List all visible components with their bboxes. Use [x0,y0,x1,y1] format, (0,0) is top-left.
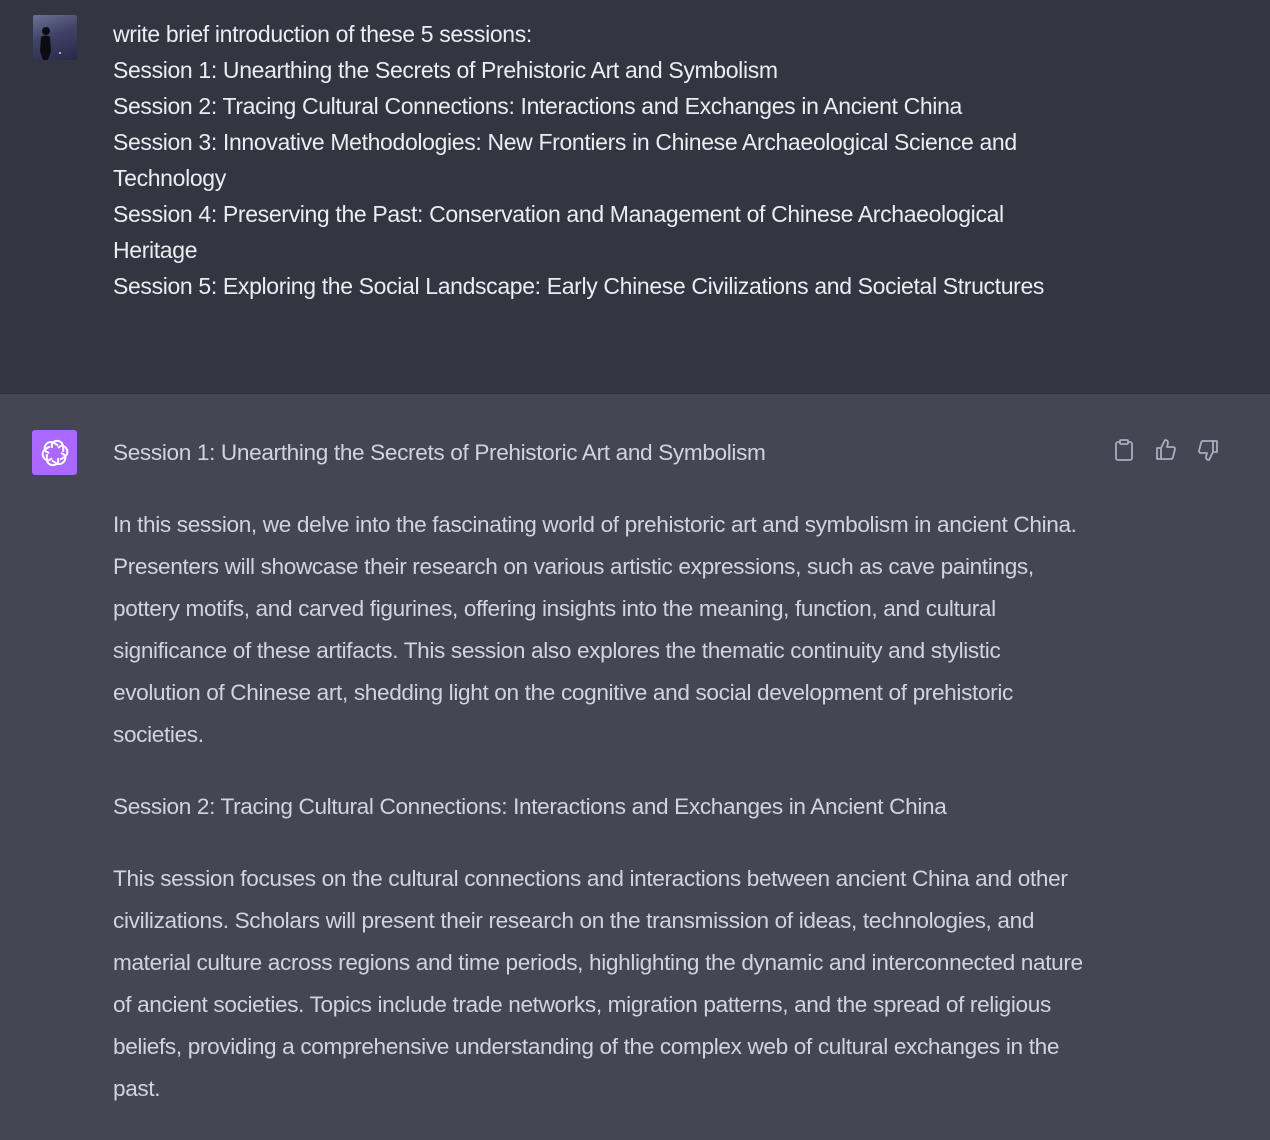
user-avatar-silhouette-icon [40,27,51,60]
like-button[interactable] [1152,436,1180,464]
assistant-avatar [32,430,77,475]
user-line: Session 4: Preserving the Past: Conserva… [113,201,1004,263]
user-line: Session 3: Innovative Methodologies: New… [113,129,1017,191]
thumbs-down-icon [1198,440,1218,461]
thumbs-up-icon [1156,439,1176,460]
user-avatar-light [59,52,61,54]
clipboard-icon [1115,439,1133,461]
message-actions [1110,436,1222,464]
user-message-text: write brief introduction of these 5 sess… [113,16,1093,304]
openai-logo-icon [41,439,68,466]
user-line: Session 2: Tracing Cultural Connections:… [113,93,962,119]
assistant-message-text: Session 1: Unearthing the Secrets of Pre… [113,432,1088,1140]
user-avatar [33,15,77,60]
session-heading: Session 1: Unearthing the Secrets of Pre… [113,440,766,465]
session-description: This session focuses on the cultural con… [113,866,1083,1101]
session-heading: Session 2: Tracing Cultural Connections:… [113,794,947,819]
copy-button[interactable] [1110,436,1138,464]
session-description: In this session, we delve into the fasci… [113,512,1077,747]
user-line: Session 1: Unearthing the Secrets of Pre… [113,57,778,83]
user-line: Session 5: Exploring the Social Landscap… [113,273,1045,299]
user-message: write brief introduction of these 5 sess… [0,0,1270,394]
dislike-button[interactable] [1194,436,1222,464]
assistant-message: Session 1: Unearthing the Secrets of Pre… [0,394,1270,1122]
user-line: write brief introduction of these 5 sess… [113,21,532,47]
